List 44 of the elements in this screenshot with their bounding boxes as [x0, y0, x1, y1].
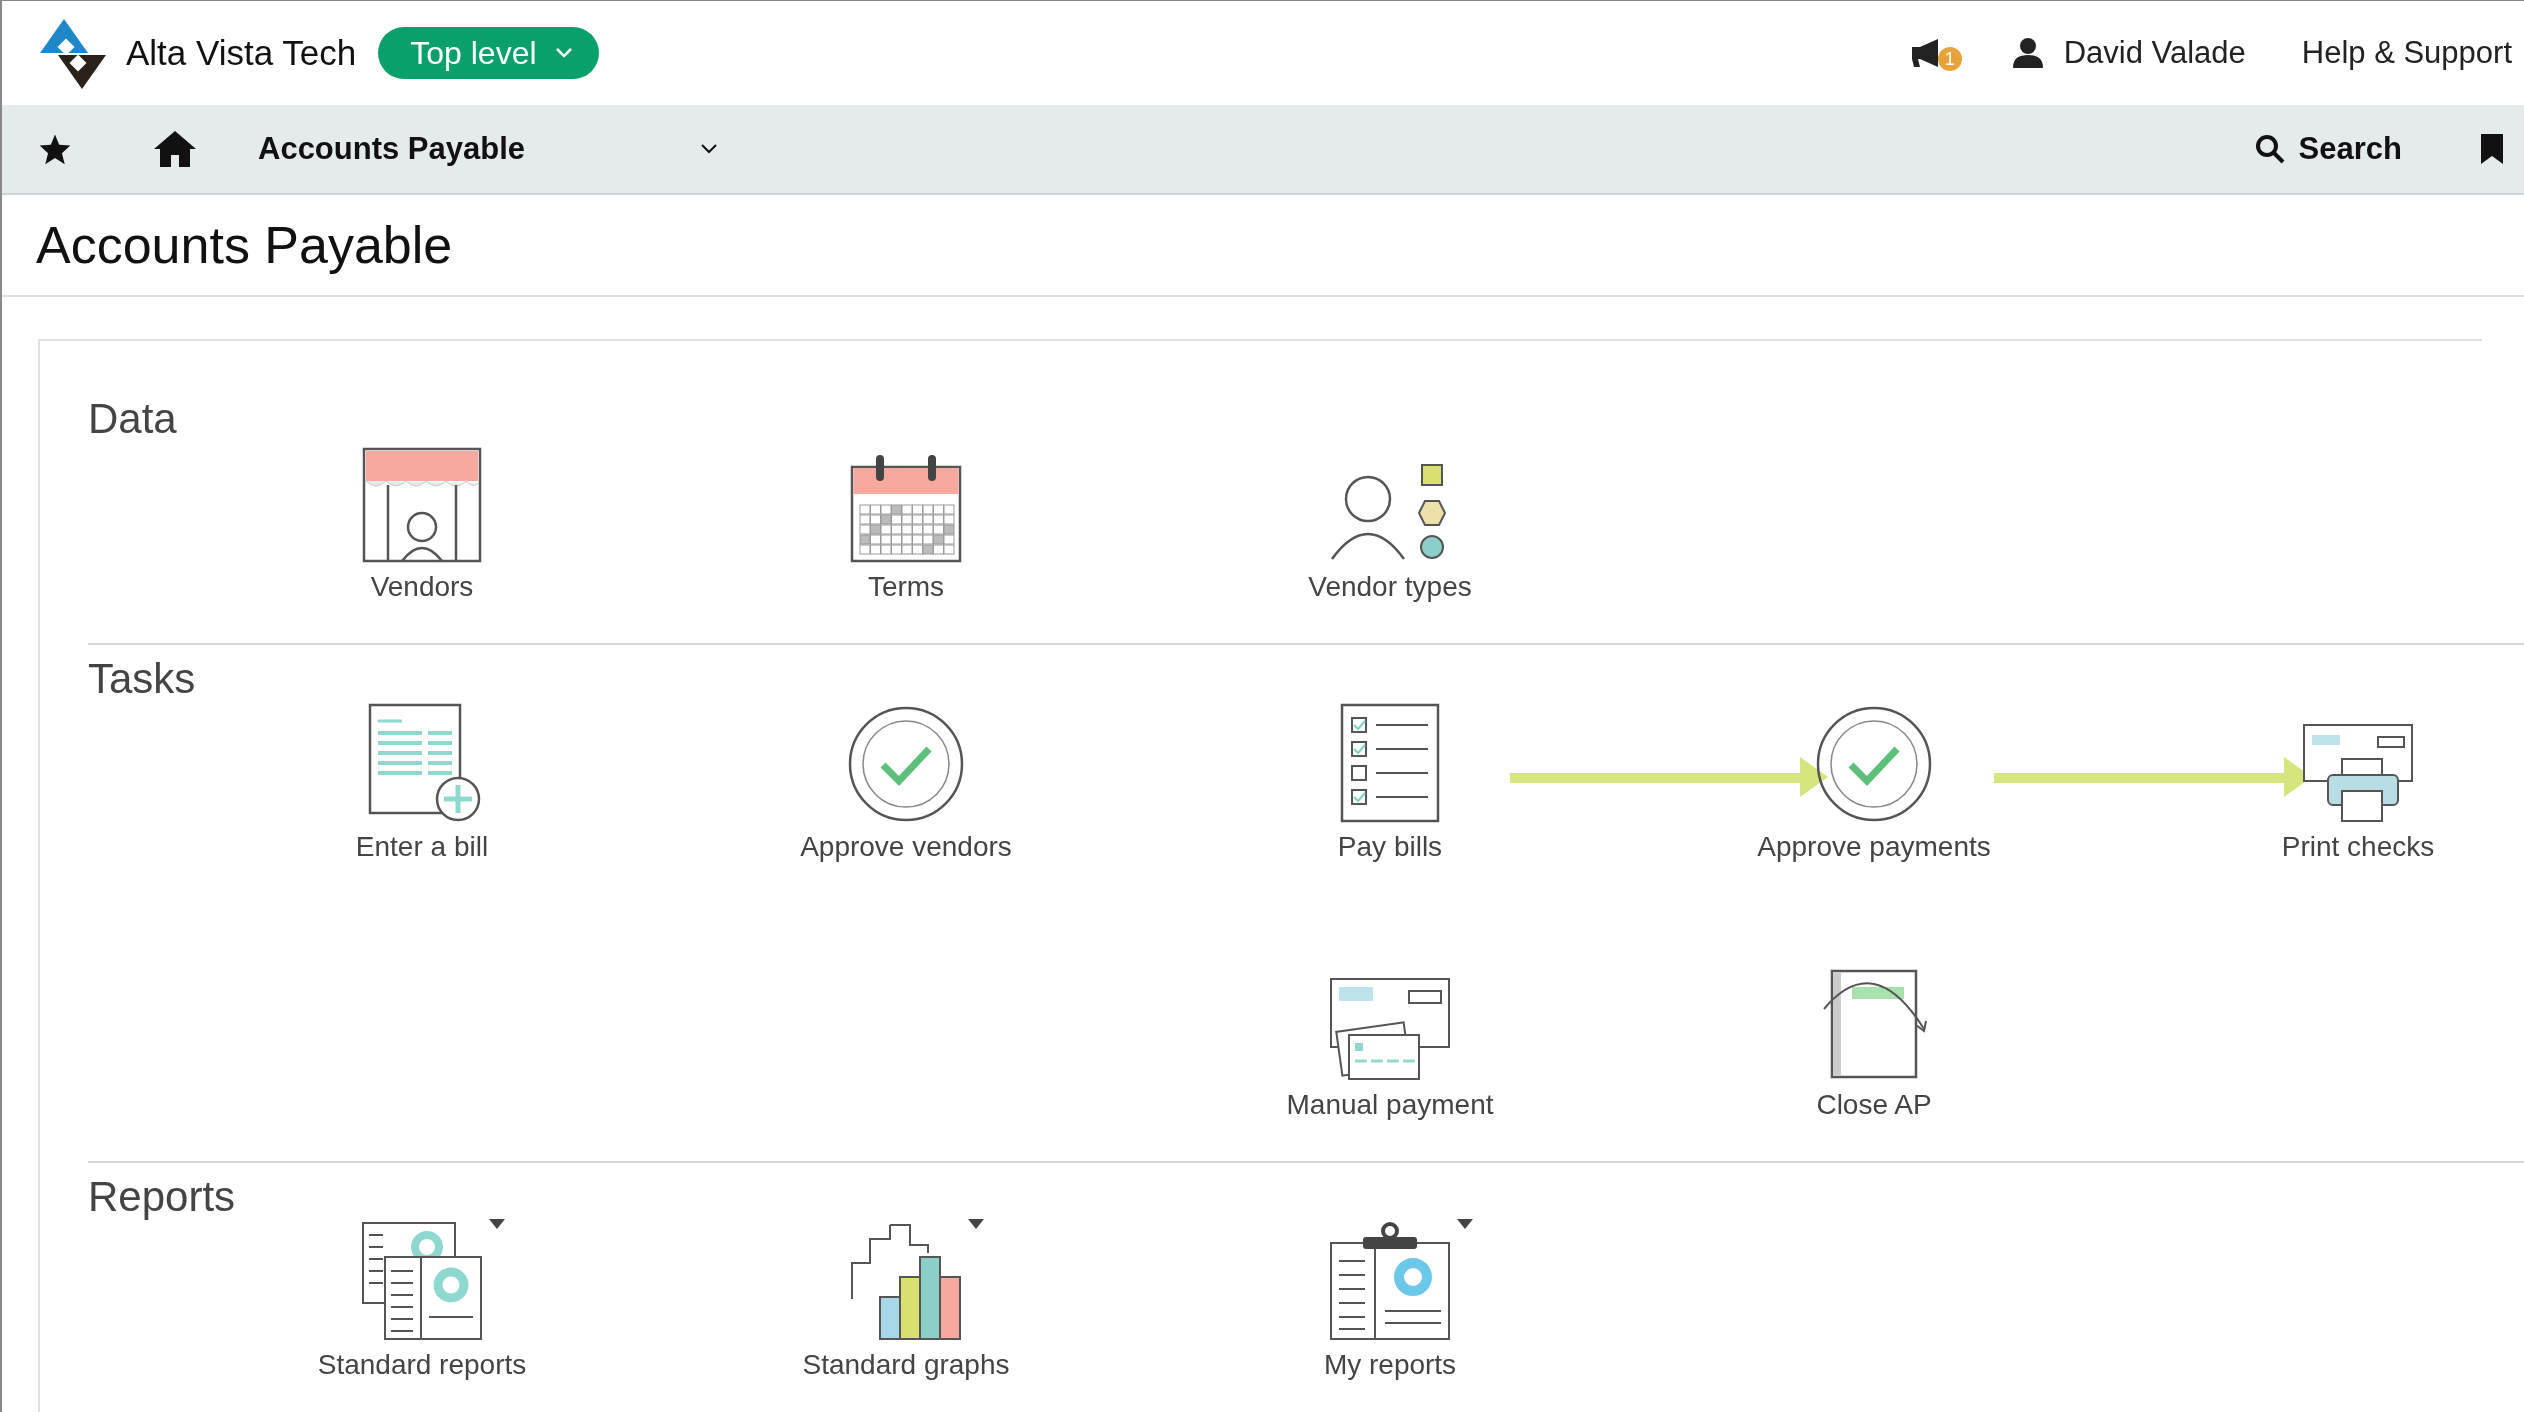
checklist-icon [1340, 703, 1440, 823]
calendar-icon [850, 453, 962, 563]
help-link[interactable]: Help & Support [2301, 35, 2512, 71]
checkmark-circle-icon [1815, 705, 1933, 823]
check-and-card-icon [1329, 977, 1451, 1081]
caret-icon[interactable] [489, 1219, 505, 1229]
reports-icon [361, 1221, 483, 1341]
page-title: Accounts Payable [36, 215, 453, 275]
search-icon [2254, 134, 2285, 164]
module-dropdown[interactable]: Accounts Payable [258, 131, 718, 167]
printer-icon [2302, 723, 2414, 823]
module-tile[interactable]: Close AP [1816, 959, 1932, 1121]
chevron-icon [554, 47, 573, 59]
module-tile[interactable]: My reports [1307, 1219, 1473, 1381]
module-tile[interactable]: Pay bills [1337, 701, 1443, 863]
module-tile[interactable]: Enter a bill [355, 701, 489, 863]
module-tile[interactable]: Print checks [2281, 701, 2435, 863]
notification-badge: 1 [1937, 47, 1962, 71]
checkmark-circle-icon [847, 705, 965, 823]
module-tile[interactable]: Approve payments [1757, 701, 1991, 863]
search-button[interactable]: Search [2254, 131, 2402, 167]
company-name: Alta Vista Tech [126, 33, 357, 73]
chevron-icon [700, 143, 718, 155]
module-tile[interactable]: Vendor types [1308, 441, 1472, 603]
section-heading: Tasks [88, 654, 196, 704]
module-tile[interactable]: Vendors [362, 441, 482, 603]
module-tile[interactable]: Standard reports [317, 1219, 527, 1381]
logo-icon [38, 17, 108, 89]
home-icon[interactable] [152, 129, 198, 169]
module-tile[interactable]: Approve vendors [800, 701, 1012, 863]
user-icon [2011, 37, 2044, 69]
storefront-icon [362, 447, 482, 563]
section-heading: Data [88, 394, 177, 444]
module-tile[interactable]: Standard graphs [802, 1219, 1010, 1381]
bar-graph-icon [850, 1223, 962, 1341]
module-tile[interactable]: Manual payment [1286, 959, 1494, 1121]
bookmark-icon[interactable] [2480, 133, 2504, 165]
star-icon[interactable] [38, 133, 72, 165]
caret-icon[interactable] [968, 1219, 984, 1229]
clipboard-chart-icon [1329, 1221, 1451, 1341]
user-name-link[interactable]: David Valade [2063, 35, 2246, 71]
caret-icon[interactable] [1457, 1219, 1473, 1229]
section-heading: Reports [88, 1172, 236, 1222]
module-tile[interactable]: Terms [850, 441, 962, 603]
